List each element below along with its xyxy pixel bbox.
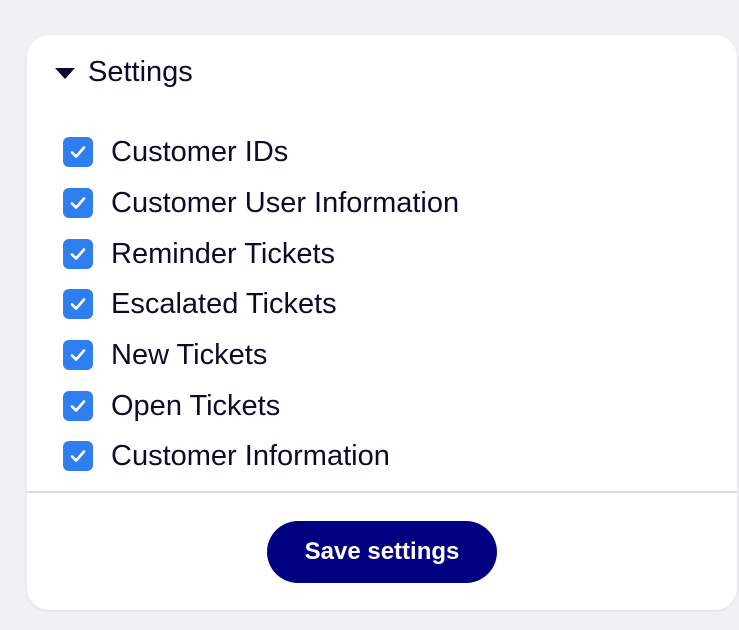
checkbox-escalated-tickets[interactable] xyxy=(63,289,93,320)
checkmark-icon xyxy=(70,349,86,361)
option-label: Escalated Tickets xyxy=(111,288,337,321)
checkbox-open-tickets[interactable] xyxy=(63,390,93,421)
checkmark-icon xyxy=(70,298,86,311)
checkmark-icon xyxy=(70,146,86,159)
checkbox-customer-information[interactable] xyxy=(63,441,93,472)
checkbox-customer-user-information[interactable] xyxy=(63,188,93,219)
option-customer-information[interactable]: Customer Information xyxy=(63,431,459,482)
option-label: Reminder Tickets xyxy=(111,237,336,270)
option-customer-ids[interactable]: Customer IDs xyxy=(63,127,459,178)
settings-options-list: Customer IDs Customer User Information R… xyxy=(63,127,459,482)
option-escalated-tickets[interactable]: Escalated Tickets xyxy=(63,279,459,330)
settings-panel: Settings Customer IDs Customer User Info… xyxy=(27,35,737,610)
checkmark-icon xyxy=(70,247,86,260)
save-settings-button[interactable]: Save settings xyxy=(267,521,497,583)
option-label: Customer User Information xyxy=(111,187,460,220)
option-label: Customer IDs xyxy=(111,136,289,169)
caret-down-icon xyxy=(55,67,75,79)
option-label: New Tickets xyxy=(111,339,268,372)
checkmark-icon xyxy=(70,399,86,412)
checkbox-customer-ids[interactable] xyxy=(63,137,93,168)
checkmark-icon xyxy=(70,197,86,209)
option-label: Open Tickets xyxy=(111,389,281,422)
divider xyxy=(27,491,737,493)
option-customer-user-information[interactable]: Customer User Information xyxy=(63,178,459,229)
settings-toggle[interactable]: Settings xyxy=(55,53,193,91)
option-new-tickets[interactable]: New Tickets xyxy=(63,330,459,381)
settings-title: Settings xyxy=(88,56,193,88)
checkmark-icon xyxy=(70,450,86,463)
checkbox-reminder-tickets[interactable] xyxy=(63,238,93,269)
option-open-tickets[interactable]: Open Tickets xyxy=(63,380,459,431)
option-label: Customer Information xyxy=(111,440,390,473)
option-reminder-tickets[interactable]: Reminder Tickets xyxy=(63,228,459,279)
checkbox-new-tickets[interactable] xyxy=(63,340,93,371)
